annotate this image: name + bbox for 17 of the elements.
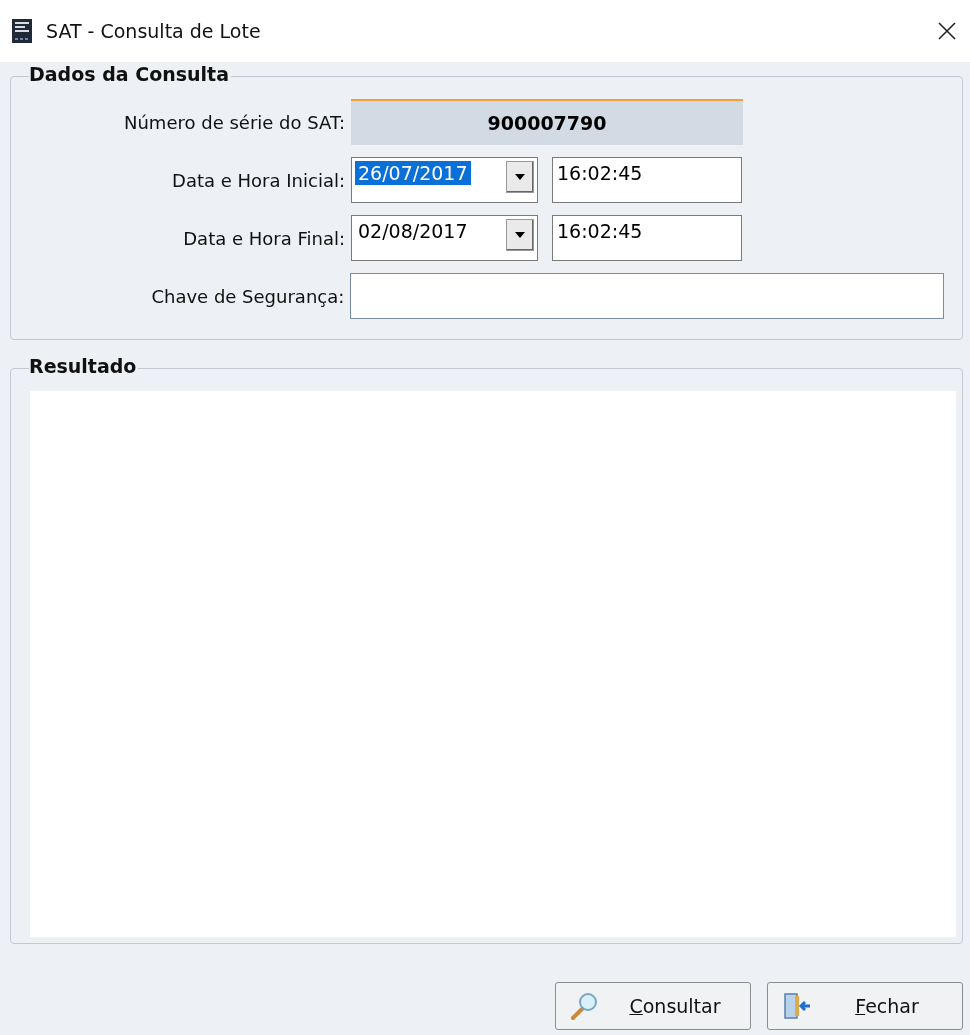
close-button[interactable]: Fechar [767,982,963,1030]
date-picker[interactable]: 02/08/2017 [351,215,538,261]
security-key-field[interactable] [350,273,944,319]
consult-button[interactable]: Consultar [555,982,751,1030]
date-picker[interactable]: 26/07/2017 [351,157,538,203]
field-label: Número de série do SAT: [123,111,345,133]
time-field[interactable]: 16:02:45 [552,215,742,261]
field-label: Data e Hora Final: [182,227,345,249]
field-label: Chave de Segurança: [150,285,345,307]
door-arrow-icon [782,991,812,1021]
window-title: SAT - Consulta de Lote [46,20,262,42]
field-label: Data e Hora Inicial: [171,169,345,191]
time-field[interactable]: 16:02:45 [552,157,742,203]
close-icon[interactable] [938,22,956,40]
serial-number-display: 900007790 [351,99,743,145]
search-icon [570,991,600,1021]
app-icon [12,19,32,43]
